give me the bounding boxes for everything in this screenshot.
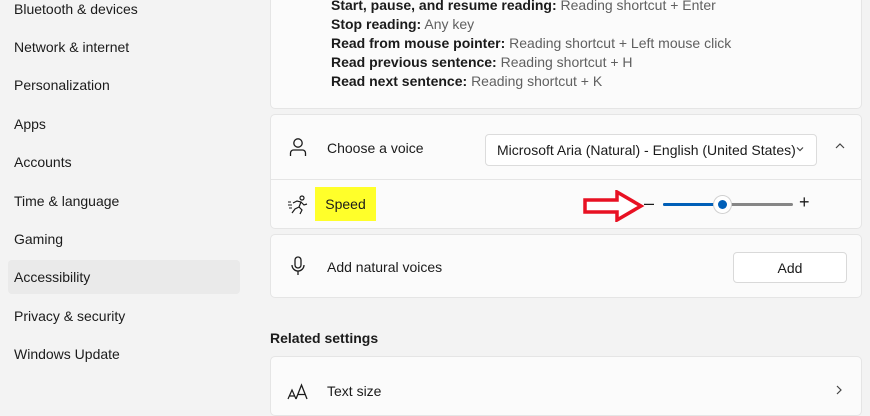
- voice-dropdown-value: Microsoft Aria (Natural) - English (Unit…: [497, 142, 796, 158]
- shortcut-line: Read previous sentence: Reading shortcut…: [331, 54, 633, 70]
- speed-runner-icon: [288, 195, 308, 215]
- speed-slider-track[interactable]: [663, 196, 793, 213]
- sidebar-item-windows-update[interactable]: Windows Update: [8, 337, 240, 371]
- related-settings-title: Related settings: [270, 330, 379, 346]
- voice-card: Choose a voice Microsoft Aria (Natural) …: [270, 114, 862, 180]
- sidebar-item-label: Privacy & security: [14, 308, 126, 324]
- sidebar-item-gaming[interactable]: Gaming: [8, 222, 240, 256]
- sidebar-item-label: Network & internet: [14, 39, 130, 55]
- sidebar-item-label: Time & language: [14, 193, 120, 209]
- shortcut-line: Stop reading: Any key: [331, 16, 475, 32]
- add-natural-voices-button[interactable]: Add: [733, 252, 847, 283]
- speed-plus-label: +: [799, 192, 810, 212]
- sidebar-item-label: Personalization: [14, 77, 110, 93]
- sidebar-item-apps[interactable]: Apps: [8, 107, 240, 141]
- sidebar-item-label: Accessibility: [14, 269, 91, 285]
- shortcuts-card: Start, pause, and resume reading: Readin…: [270, 0, 862, 109]
- sidebar-item-time-language[interactable]: Time & language: [8, 184, 240, 218]
- sidebar-item-bluetooth[interactable]: Bluetooth & devices: [8, 0, 240, 26]
- sidebar-item-personalization[interactable]: Personalization: [8, 68, 240, 102]
- natural-voices-card: Add natural voices Add: [270, 234, 862, 298]
- chevron-up-icon[interactable]: [833, 139, 847, 153]
- microphone-icon: [291, 256, 305, 275]
- sidebar-item-label: Gaming: [14, 231, 64, 247]
- shortcut-line: Read next sentence: Reading shortcut + K: [331, 73, 603, 89]
- speed-card: Speed – +: [270, 179, 862, 229]
- sidebar-item-label: Windows Update: [14, 346, 120, 362]
- speed-label-highlight: Speed: [315, 187, 376, 221]
- chevron-down-icon: [796, 147, 804, 152]
- sidebar-item-accounts[interactable]: Accounts: [8, 145, 240, 179]
- red-arrow-annotation: [583, 190, 645, 222]
- sidebar-item-label: Accounts: [14, 154, 72, 170]
- voice-label: Choose a voice: [327, 140, 424, 156]
- shortcut-line: Read from mouse pointer: Reading shortcu…: [331, 35, 732, 51]
- shortcut-line: Start, pause, and resume reading: Readin…: [331, 0, 716, 13]
- text-size-icon: [287, 383, 308, 400]
- speed-slider-thumb[interactable]: [714, 196, 731, 213]
- main-panel: Start, pause, and resume reading: Readin…: [248, 0, 870, 416]
- sidebar-item-accessibility[interactable]: Accessibility: [8, 260, 240, 294]
- add-button-label: Add: [777, 259, 803, 276]
- speed-slider-thumb-dot: [718, 200, 727, 209]
- sidebar-item-label: Apps: [14, 116, 46, 132]
- text-size-card[interactable]: Text size: [270, 356, 862, 416]
- sidebar-item-privacy-security[interactable]: Privacy & security: [8, 299, 240, 333]
- natural-voices-label: Add natural voices: [327, 259, 443, 275]
- speed-label: Speed: [325, 196, 366, 212]
- sidebar: Bluetooth & devices Network & internet P…: [0, 0, 248, 397]
- sidebar-item-network[interactable]: Network & internet: [8, 30, 240, 64]
- speed-minus-label: –: [644, 193, 655, 213]
- person-icon: [289, 138, 307, 156]
- voice-dropdown[interactable]: Microsoft Aria (Natural) - English (Unit…: [485, 134, 817, 166]
- sidebar-item-label: Bluetooth & devices: [14, 1, 138, 17]
- chevron-right-icon: [836, 385, 842, 395]
